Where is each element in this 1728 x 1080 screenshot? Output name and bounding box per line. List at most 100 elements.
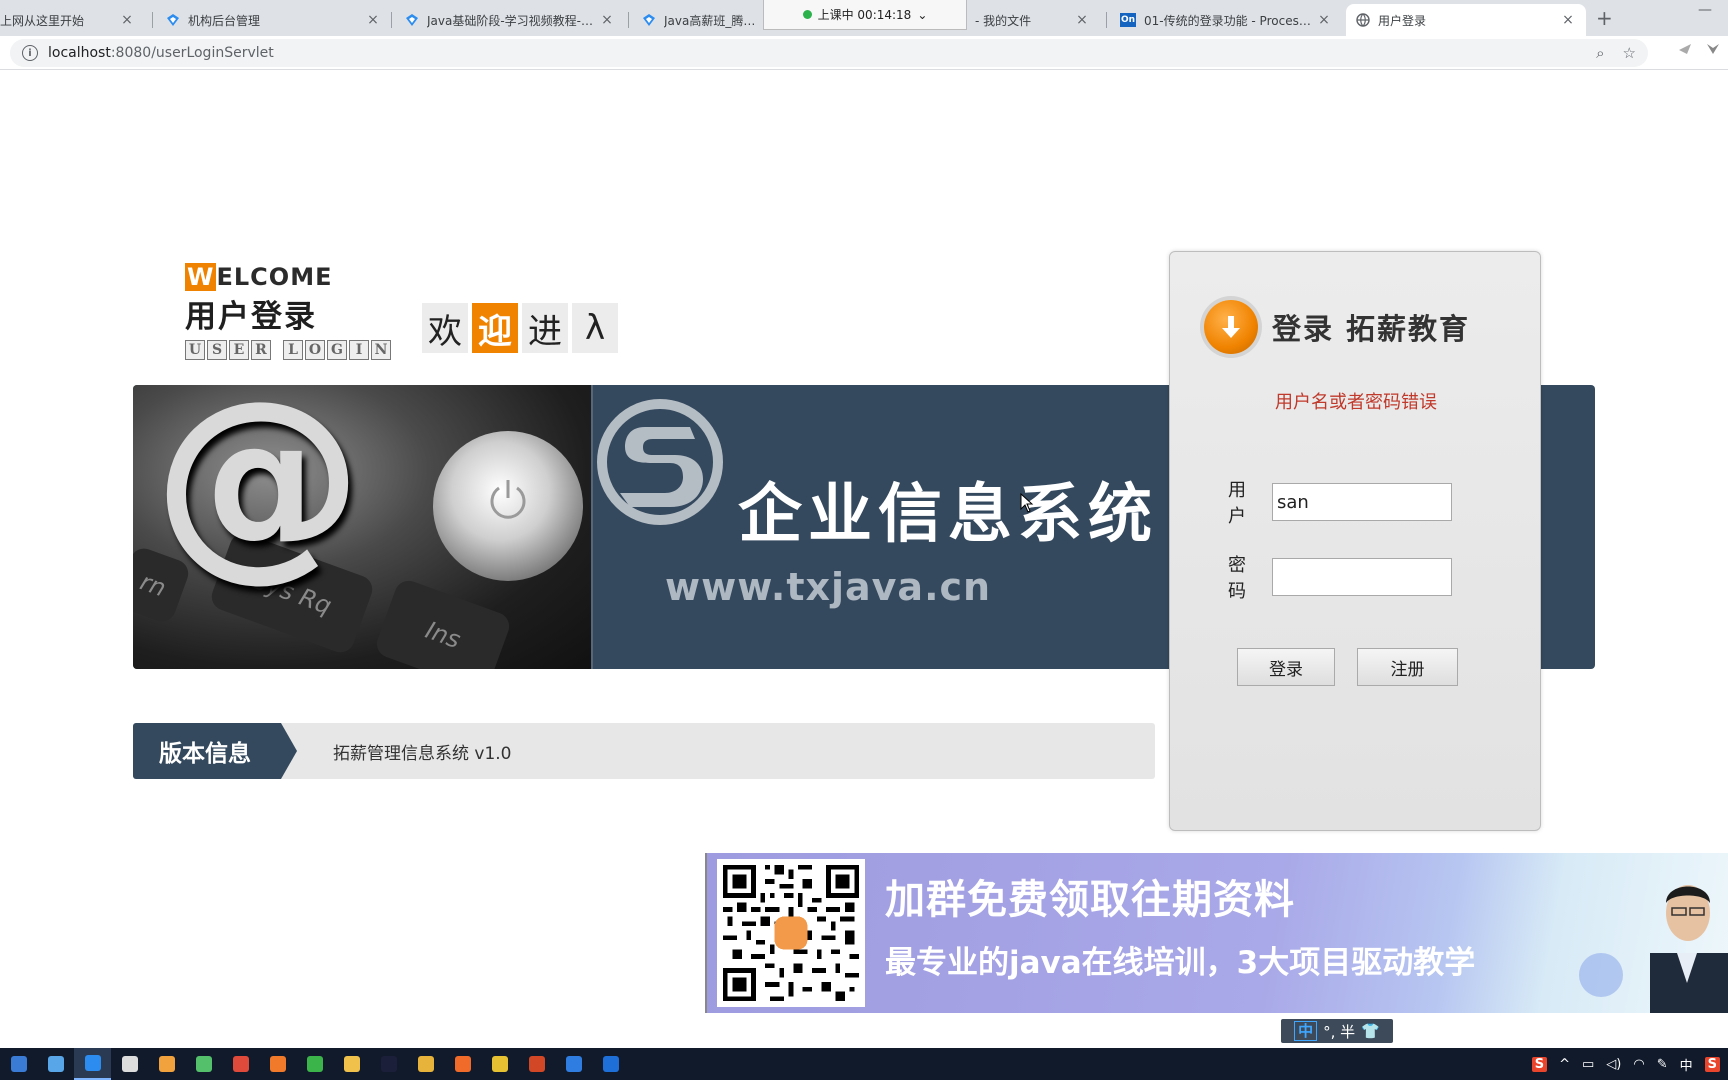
omnibox-actions: ⌕ ☆ [1596, 39, 1636, 67]
tab-label: - 我的文件 [975, 13, 1032, 28]
extension-icons [1678, 42, 1720, 60]
firefox-icon[interactable] [444, 1048, 481, 1080]
powerpoint-icon[interactable] [518, 1048, 555, 1080]
register-button[interactable]: 注册 [1357, 648, 1458, 686]
user-login-letters: USERLOGIN [185, 340, 391, 360]
tab-close-icon[interactable]: × [599, 12, 615, 28]
wechat-icon-glyph [306, 1056, 323, 1072]
red-app-icon[interactable] [222, 1048, 259, 1080]
tray-expand-icon[interactable]: ^ [1559, 1057, 1570, 1072]
screen-icon[interactable] [37, 1048, 74, 1080]
skin-shirt-icon[interactable]: 👕 [1361, 1022, 1380, 1040]
address-bar[interactable]: i localhost:8080/userLoginServlet ⌕ ☆ [10, 39, 1648, 67]
chevron-down-icon[interactable]: ⌄ [917, 8, 927, 22]
promo-banner[interactable]: 加群免费领取往期资料 最专业的java在线培训，3大项目驱动教学 [705, 853, 1728, 1013]
screen-icon-glyph [47, 1056, 64, 1072]
chrome-icon-glyph [417, 1056, 434, 1072]
intellij-icon[interactable] [370, 1048, 407, 1080]
tab-label: 机构后台管理 [188, 13, 261, 28]
tab-close-icon[interactable]: × [1074, 12, 1090, 28]
password-row: 密 码 [1228, 551, 1452, 603]
tab-java-advanced[interactable]: Java高薪班_腾讯课 [632, 4, 767, 36]
recording-dot-icon [802, 10, 812, 19]
sogou-ime-icon[interactable]: S [1531, 1056, 1548, 1072]
ime-status-bar[interactable]: 中 °, 半 👕 [1281, 1019, 1393, 1043]
zoom-icon[interactable]: ⌕ [1596, 44, 1604, 62]
pen-icon[interactable]: ✎ [1657, 1057, 1668, 1072]
chart-icon-glyph [158, 1056, 175, 1072]
volume-icon[interactable]: ◁) [1606, 1057, 1621, 1072]
screen-record-icon[interactable] [592, 1048, 629, 1080]
site-info-icon[interactable]: i [22, 45, 38, 61]
tab-separator [152, 12, 153, 28]
chat-bubble-icon[interactable] [1579, 953, 1623, 997]
login-panel: 登录拓薪教育 用户名或者密码错误 用 户 密 码 登录 注册 [1169, 251, 1541, 831]
qq-icon-glyph [121, 1056, 138, 1072]
red-app-icon-glyph [232, 1056, 249, 1072]
input-language[interactable]: 中 [1680, 1055, 1693, 1074]
extension-bird-icon[interactable] [1678, 42, 1692, 60]
login-panel-header: 登录 拓薪教育 [1204, 300, 1470, 354]
login-button[interactable]: 登录 [1237, 648, 1335, 686]
tab-java-basics[interactable]: Java基础阶段-学习视频教程-腾讯 × [395, 4, 625, 36]
user-login-heading: 用户登录 [185, 299, 317, 335]
ime-mode[interactable]: 中 [1294, 1021, 1318, 1041]
chart-icon[interactable] [148, 1048, 185, 1080]
tab-close-icon[interactable]: × [365, 12, 381, 28]
tencent-class-icon[interactable] [74, 1048, 111, 1080]
tab-close-icon[interactable]: × [1560, 12, 1576, 28]
network-icon[interactable]: ◠ [1633, 1057, 1644, 1072]
password-input[interactable] [1272, 558, 1452, 596]
browser-toolbar: i localhost:8080/userLoginServlet ⌕ ☆ [0, 36, 1728, 70]
start-icon-glyph [10, 1056, 27, 1072]
chrome-icon[interactable] [407, 1048, 444, 1080]
tab-close-icon[interactable]: × [119, 12, 135, 28]
username-label: 用 户 [1228, 480, 1250, 527]
tab-close-icon[interactable]: × [1316, 12, 1332, 28]
welcome-char: 欢 [422, 303, 468, 353]
welcome-heading: WELCOME [185, 263, 333, 291]
tab-start-page[interactable]: 上网从这里开始 × [0, 4, 145, 36]
tab-label: 01-传统的登录功能 - ProcessOn [1144, 13, 1316, 28]
window-minimize-icon[interactable]: — [1698, 2, 1712, 18]
welcome-char: λ [572, 303, 618, 353]
blue-app-icon[interactable] [555, 1048, 592, 1080]
globe-icon [1356, 13, 1370, 27]
welcome-char: 进 [522, 303, 568, 353]
processon-icon: On [1120, 13, 1136, 27]
username-input[interactable] [1272, 483, 1452, 521]
yellow-app-icon[interactable] [481, 1048, 518, 1080]
battery-icon[interactable]: ▭ [1582, 1057, 1594, 1072]
tencent-class-icon [166, 13, 180, 27]
bookmark-star-icon[interactable]: ☆ [1623, 44, 1636, 62]
tab-label: 上网从这里开始 [0, 13, 85, 28]
password-label: 密 码 [1228, 555, 1250, 602]
windows-taskbar: S ^ ▭ ◁) ◠ ✎ 中 S [0, 1048, 1728, 1080]
welcome-char: 迎 [472, 303, 518, 353]
ime-punctuation[interactable]: °, 半 [1323, 1021, 1355, 1042]
tab-user-login[interactable]: 用户登录 × [1346, 4, 1586, 36]
yellow-app-icon-glyph [491, 1056, 508, 1072]
class-recording-indicator[interactable]: 上课中 00:14:18 ⌄ [763, 0, 967, 30]
username-row: 用 户 [1228, 476, 1452, 528]
start-icon[interactable] [0, 1048, 37, 1080]
sogou-ime-icon[interactable]: S [1704, 1056, 1720, 1072]
banner-divider [591, 385, 593, 669]
qr-code-icon [717, 859, 865, 1007]
browser-tab-strip: 上网从这里开始 × 机构后台管理 × Java基础阶段-学习视频教程-腾讯 × … [0, 0, 1728, 36]
banner-url: www.txjava.cn [665, 565, 992, 609]
folder-icon[interactable] [333, 1048, 370, 1080]
extension-arrow-icon[interactable] [1706, 42, 1720, 60]
green-app-icon[interactable] [185, 1048, 222, 1080]
tab-my-files[interactable]: - 我的文件 × [965, 4, 1100, 36]
wechat-icon[interactable] [296, 1048, 333, 1080]
login-error-message: 用户名或者密码错误 [1275, 392, 1437, 413]
taskbar-icons [0, 1048, 629, 1080]
power-icon [490, 480, 526, 519]
qq-icon[interactable] [111, 1048, 148, 1080]
intellij-icon-glyph [380, 1056, 397, 1072]
tab-admin[interactable]: 机构后台管理 × [156, 4, 391, 36]
tab-processon[interactable]: On 01-传统的登录功能 - ProcessOn × [1110, 4, 1342, 36]
orange-app-icon[interactable] [259, 1048, 296, 1080]
new-tab-button[interactable]: + [1596, 6, 1613, 30]
